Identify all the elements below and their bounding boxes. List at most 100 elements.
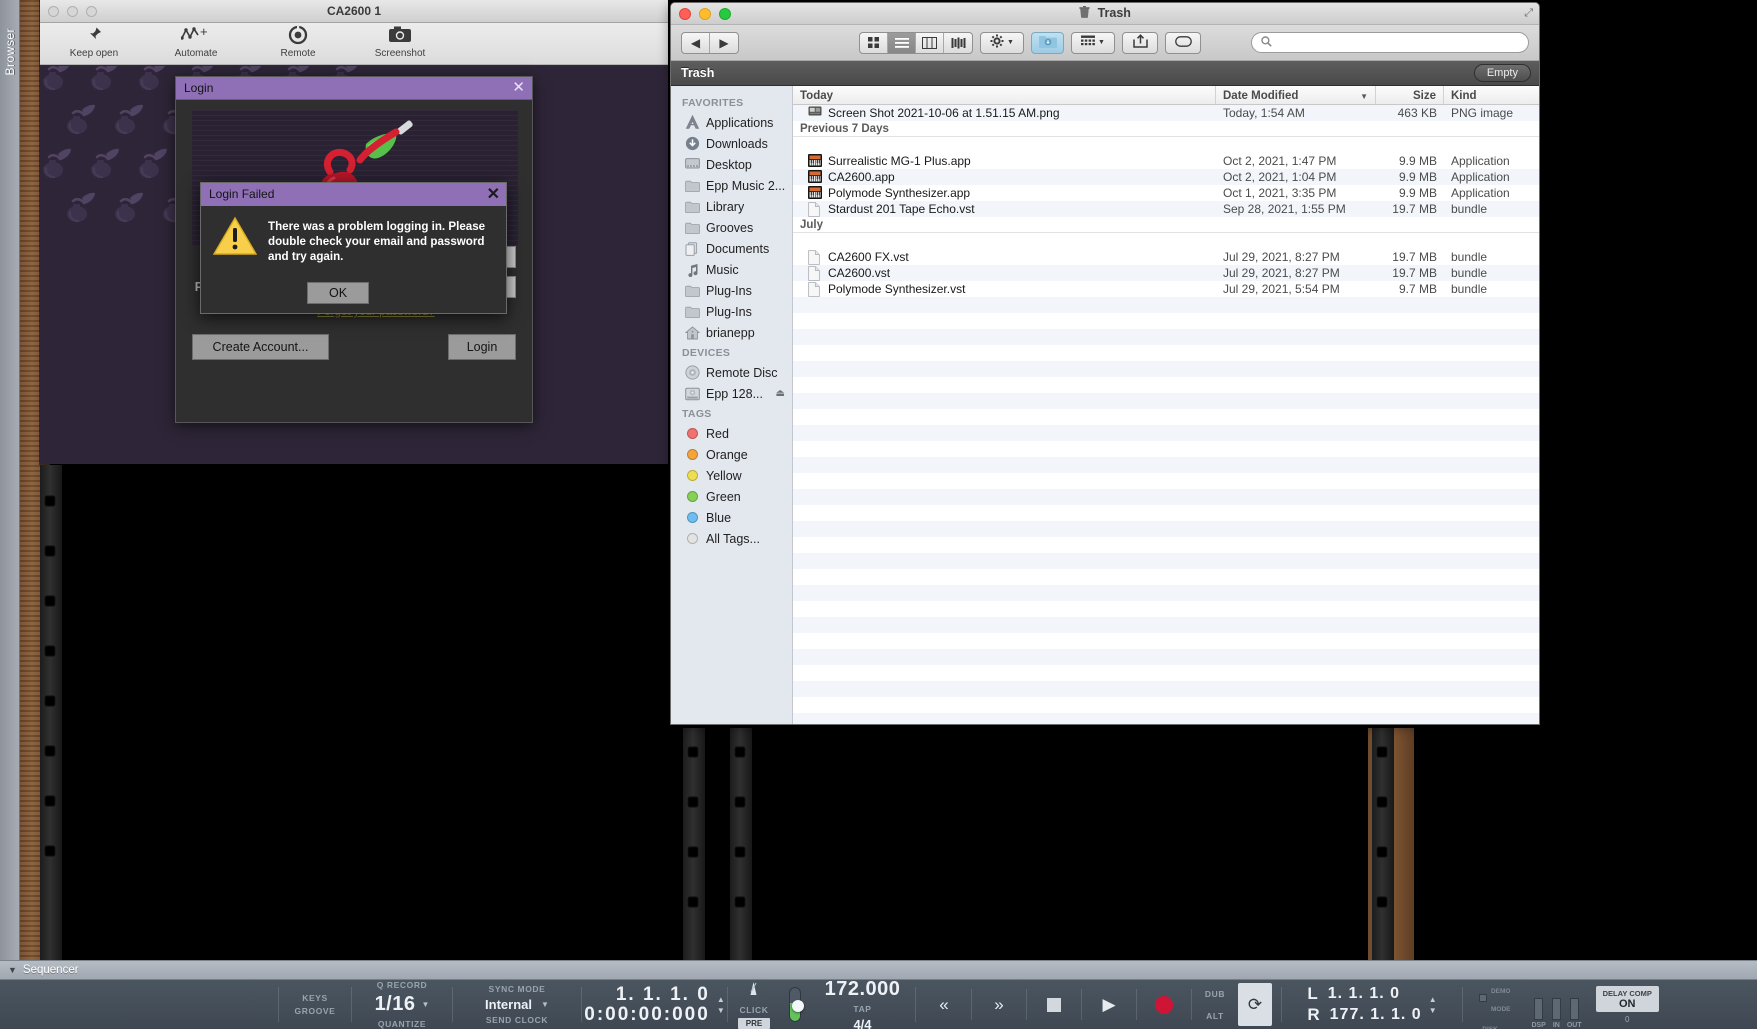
table-row[interactable]: Screen Shot 2021-10-06 at 1.51.15 AM.png…	[793, 105, 1539, 121]
ca2600-titlebar[interactable]: CA2600 1	[40, 0, 668, 23]
share-button[interactable]	[1122, 31, 1158, 54]
tag-dot-icon	[685, 489, 700, 504]
dropbox-button[interactable]	[1031, 31, 1064, 54]
transport-controls[interactable]: « » ▶ DUB ALT ⟳	[916, 980, 1281, 1029]
sidebar-item-music[interactable]: Music	[671, 259, 792, 280]
click-label: CLICK	[739, 1005, 769, 1015]
icon-view-button[interactable]	[860, 32, 888, 53]
column-view-button[interactable]	[916, 32, 944, 53]
position-display-panel[interactable]: 1. 1. 1. 0 0:00:00:000 ▲ ▼	[582, 980, 727, 1029]
sidebar-item-brianepp[interactable]: brianepp	[671, 322, 792, 343]
view-mode-segmented-control[interactable]	[859, 31, 973, 54]
automate-button[interactable]: + Automate	[160, 24, 232, 59]
finder-window[interactable]: Trash ⤢ ◀ ▶ ▼ ▼ Trash Empty FAVORITES Ap…	[670, 2, 1540, 725]
sidebar-item-plug-ins[interactable]: Plug-Ins	[671, 301, 792, 322]
tag-button[interactable]	[1165, 31, 1201, 54]
column-header-name[interactable]: Today	[793, 86, 1216, 104]
sidebar-item-yellow[interactable]: Yellow	[671, 465, 792, 486]
alert-ok-button[interactable]: OK	[307, 282, 369, 304]
fast-forward-button[interactable]: »	[980, 989, 1018, 1020]
finder-sidebar[interactable]: FAVORITES Applications Downloads Desktop Epp…	[671, 86, 793, 724]
coverflow-view-button[interactable]	[944, 33, 972, 53]
chevron-down-icon[interactable]: ▼	[422, 1000, 430, 1009]
table-row[interactable]: Polymode Synthesizer.vst Jul 29, 2021, 5:…	[793, 281, 1539, 297]
close-icon[interactable]: ✕	[512, 79, 525, 97]
back-button[interactable]: ◀	[682, 32, 710, 53]
sidebar-item-plug-ins[interactable]: Plug-Ins	[671, 280, 792, 301]
click-level-panel[interactable]	[780, 980, 810, 1029]
finder-titlebar[interactable]: Trash ⤢	[671, 3, 1539, 25]
login-dialog-titlebar[interactable]: Login ✕	[176, 77, 532, 100]
sidebar-item-label: Red	[706, 426, 729, 441]
sidebar-item-orange[interactable]: Orange	[671, 444, 792, 465]
sidebar-item-green[interactable]: Green	[671, 486, 792, 507]
create-account-button[interactable]: Create Account...	[192, 334, 329, 360]
sidebar-item-epp-music-2[interactable]: Epp Music 2...	[671, 175, 792, 196]
chevron-down-icon[interactable]: ▼	[541, 1000, 549, 1009]
sidebar-item-all-tags[interactable]: All Tags...	[671, 528, 792, 549]
table-row[interactable]: Polymode Synthesizer.app Oct 1, 2021, 3:3…	[793, 185, 1539, 201]
click-panel[interactable]: CLICK PRE	[728, 980, 780, 1029]
sidebar-item-desktop[interactable]: Desktop	[671, 154, 792, 175]
column-header-kind[interactable]: Kind	[1444, 86, 1539, 104]
sync-mode-panel[interactable]: SYNC MODE Internal ▼ SEND CLOCK	[453, 980, 581, 1029]
delay-comp-button[interactable]: DELAY COMP ON	[1595, 985, 1659, 1012]
file-list-header[interactable]: Today Date Modified ▼ Size Kind	[793, 86, 1539, 105]
loop-button[interactable]: ⟳	[1238, 983, 1272, 1026]
finder-content: FAVORITES Applications Downloads Desktop Epp…	[671, 86, 1539, 724]
daw-browser-strip[interactable]: Browser	[0, 0, 20, 960]
eject-icon[interactable]: ⏏	[776, 388, 785, 399]
sidebar-item-downloads[interactable]: Downloads	[671, 133, 792, 154]
sidebar-item-red[interactable]: Red	[671, 423, 792, 444]
sidebar-item-applications[interactable]: Applications	[671, 112, 792, 133]
close-icon[interactable]: ✕	[487, 185, 500, 204]
alert-titlebar[interactable]: Login Failed ✕	[201, 183, 506, 206]
finder-file-list[interactable]: Today Date Modified ▼ Size Kind Screen S…	[793, 86, 1539, 724]
empty-trash-button[interactable]: Empty	[1473, 64, 1531, 82]
stop-button[interactable]	[1035, 989, 1073, 1020]
login-failed-alert[interactable]: Login Failed ✕ There was a problem loggi…	[200, 182, 507, 314]
demo-mode-line2: MODE	[1490, 1006, 1511, 1013]
table-row[interactable]: CA2600.app Oct 2, 2021, 1:04 PM 9.9 MB Appl…	[793, 169, 1539, 185]
table-row[interactable]: Stardust 201 Tape Echo.vst Sep 28, 2021, …	[793, 201, 1539, 217]
locator-stepper[interactable]: ▲ ▼	[1429, 995, 1437, 1015]
sidebar-item-label: Applications	[706, 115, 774, 130]
position-stepper[interactable]: ▲ ▼	[717, 995, 725, 1015]
sidebar-item-library[interactable]: Library	[671, 196, 792, 217]
delay-compensation-panel[interactable]: DELAY COMP ON 0	[1587, 980, 1668, 1029]
keys-groove-panel[interactable]: KEYS GROOVE	[279, 980, 351, 1029]
dub-alt-panel[interactable]: DUB ALT	[1200, 989, 1230, 1021]
sidebar-item-blue[interactable]: Blue	[671, 507, 792, 528]
table-row[interactable]: CA2600.vst Jul 29, 2021, 8:27 PM 19.7 MB bu…	[793, 265, 1539, 281]
play-button[interactable]: ▶	[1090, 989, 1128, 1020]
screenshot-button[interactable]: Screenshot	[364, 25, 436, 59]
sidebar-item-documents[interactable]: Documents	[671, 238, 792, 259]
disclosure-triangle-icon[interactable]: ▼	[8, 965, 17, 975]
keep-open-button[interactable]: Keep open	[58, 25, 130, 59]
record-button[interactable]	[1145, 989, 1183, 1020]
empty-row	[793, 569, 1539, 585]
sidebar-item-remote-disc[interactable]: Remote Disc	[671, 362, 792, 383]
login-button[interactable]: Login	[448, 334, 516, 360]
forward-button[interactable]: ▶	[710, 33, 738, 53]
action-menu-button[interactable]: ▼	[980, 31, 1024, 54]
list-view-button[interactable]	[888, 32, 916, 53]
rewind-button[interactable]: «	[925, 989, 963, 1020]
sidebar-item-epp-128[interactable]: Epp 128... ⏏	[671, 383, 792, 404]
arrange-button[interactable]: ▼	[1071, 31, 1115, 54]
column-header-size[interactable]: Size	[1376, 86, 1444, 104]
tempo-panel[interactable]: 172.000 TAP 4/4	[810, 978, 915, 1029]
sidebar-item-grooves[interactable]: Grooves	[671, 217, 792, 238]
fullscreen-icon[interactable]: ⤢	[1524, 7, 1533, 20]
table-row[interactable]: Surrealistic MG-1 Plus.app Oct 2, 2021, 1…	[793, 153, 1539, 169]
column-header-date[interactable]: Date Modified ▼	[1216, 86, 1376, 104]
locator-panel[interactable]: L 1. 1. 1. 0 R 177. 1. 1. 0 ▲ ▼	[1282, 980, 1462, 1029]
quantize-panel[interactable]: Q RECORD 1/16 ▼ QUANTIZE	[352, 980, 452, 1029]
search-input[interactable]	[1251, 32, 1529, 53]
pre-button[interactable]: PRE	[737, 1018, 771, 1029]
nav-buttons[interactable]: ◀ ▶	[681, 31, 739, 54]
gear-icon	[990, 34, 1004, 51]
remote-button[interactable]: Remote	[262, 25, 334, 59]
table-row[interactable]: CA2600 FX.vst Jul 29, 2021, 8:27 PM 19.7 M…	[793, 249, 1539, 265]
click-volume-fader[interactable]	[789, 987, 804, 1022]
